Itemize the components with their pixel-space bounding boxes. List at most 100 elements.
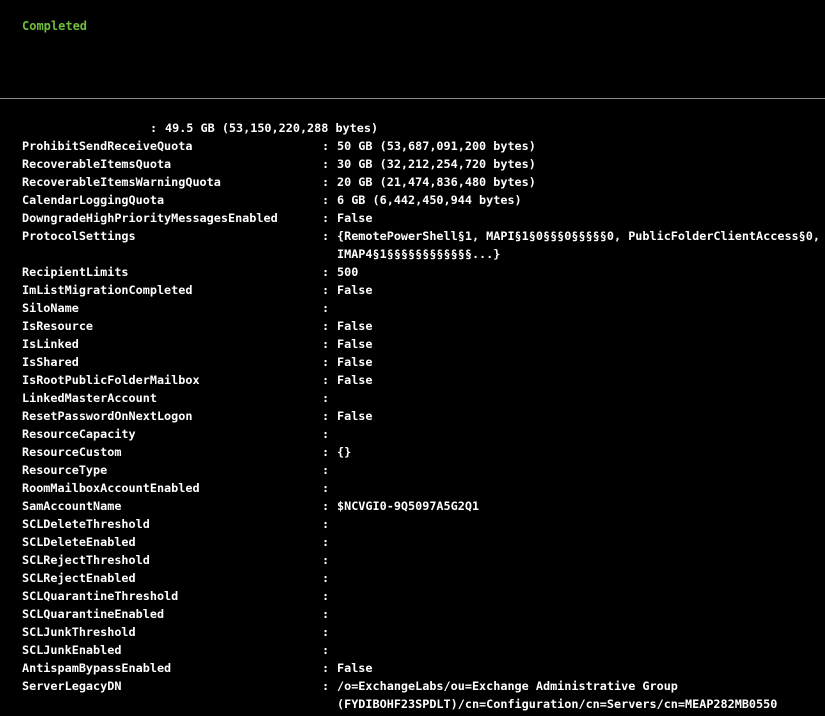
output-row: SCLQuarantineEnabled: [0, 605, 825, 623]
output-separator: : [322, 211, 330, 225]
output-separator: : [322, 553, 330, 567]
property-value: /o=ExchangeLabs/ou=Exchange Administrati… [337, 679, 778, 711]
property-name: SCLQuarantineThreshold [22, 589, 179, 603]
property-name: ResourceCapacity [22, 427, 136, 441]
property-name: CalendarLoggingQuota [22, 193, 165, 207]
output-separator: : [322, 517, 330, 531]
output-row: SCLQuarantineThreshold: [0, 587, 825, 605]
property-name: SCLJunkEnabled [22, 643, 122, 657]
output-separator: : [322, 229, 330, 243]
output-row: ProhibitSendReceiveQuota:50 GB (53,687,0… [0, 137, 825, 155]
output-separator: : [322, 391, 330, 405]
output-row: SCLRejectThreshold: [0, 551, 825, 569]
property-value: {} [337, 445, 352, 459]
output-separator: : [322, 373, 330, 387]
property-name: IsResource [22, 319, 94, 333]
property-name: IsShared [22, 355, 79, 369]
property-name: SiloName [22, 301, 79, 315]
property-value: False [337, 211, 373, 225]
property-value: False [337, 661, 373, 675]
output-row: RecoverableItemsWarningQuota:20 GB (21,4… [0, 173, 825, 191]
output-separator: : [322, 589, 330, 603]
output-row: SCLRejectEnabled: [0, 569, 825, 587]
output-row: ProtocolSettings: {RemotePowerShell§1, MA… [0, 227, 825, 263]
output-separator: : [322, 337, 330, 351]
output-separator: : [322, 571, 330, 585]
output-separator: : [322, 607, 330, 621]
output-separator: : [322, 355, 330, 369]
output-separator: : [322, 499, 330, 513]
output-separator: : [322, 409, 330, 423]
output-row-partial: : 49.5 GB (53,150,220,288 bytes) [0, 119, 825, 137]
panel-divider [0, 98, 825, 99]
output-row: RecipientLimits:500 [0, 263, 825, 281]
property-value: False [337, 355, 373, 369]
property-name: AntispamBypassEnabled [22, 661, 172, 675]
output-row: SCLDeleteThreshold: [0, 515, 825, 533]
output-row: RecoverableItemsQuota:30 GB (32,212,254,… [0, 155, 825, 173]
output-row: LinkedMasterAccount: [0, 389, 825, 407]
output-separator: : [322, 463, 330, 477]
property-value: {RemotePowerShell§1, MAPI§1§0§§§0§§§§§0,… [337, 229, 820, 261]
output-row: CalendarLoggingQuota:6 GB (6,442,450,944… [0, 191, 825, 209]
output-separator: : [322, 139, 330, 153]
property-name: LinkedMasterAccount [22, 391, 157, 405]
property-name: ResourceCustom [22, 445, 122, 459]
property-value: False [337, 337, 373, 351]
output-row: IsRootPublicFolderMailbox: False [0, 371, 825, 389]
property-value: $NCVGI0-9Q5097A5G2Q1 [337, 499, 480, 513]
property-name: SCLJunkThreshold [22, 625, 136, 639]
output-row: IsShared: False [0, 353, 825, 371]
output-value: 49.5 GB (53,150,220,288 bytes) [165, 121, 379, 135]
command-output[interactable]: : 49.5 GB (53,150,220,288 bytes) Prohibi… [0, 119, 825, 716]
property-name: ImListMigrationCompleted [22, 283, 193, 297]
property-value: 50 GB (53,687,091,200 bytes) [337, 139, 536, 153]
output-row: SiloName: [0, 299, 825, 317]
output-row: ResourceCapacity: [0, 425, 825, 443]
output-separator: : [322, 535, 330, 549]
output-row: ResetPasswordOnNextLogon: False [0, 407, 825, 425]
output-separator: : [322, 481, 330, 495]
property-name: RecipientLimits [22, 265, 129, 279]
output-row: AntispamBypassEnabled: False [0, 659, 825, 677]
property-name: ResetPasswordOnNextLogon [22, 409, 193, 423]
output-separator: : [322, 301, 330, 315]
property-name: RecoverableItemsQuota [22, 157, 172, 171]
property-name: SamAccountName [22, 499, 122, 513]
output-row: IsResource: False [0, 317, 825, 335]
property-name: ServerLegacyDN [22, 679, 122, 693]
output-row: SCLDeleteEnabled: [0, 533, 825, 551]
property-value: 30 GB (32,212,254,720 bytes) [337, 157, 536, 171]
output-row: DowngradeHighPriorityMessagesEnabled: Fal… [0, 209, 825, 227]
output-separator: : [322, 679, 330, 693]
output-separator: : [322, 319, 330, 333]
output-row: ResourceCustom: {} [0, 443, 825, 461]
property-name: RecoverableItemsWarningQuota [22, 175, 221, 189]
output-row: IsLinked: False [0, 335, 825, 353]
output-row: SCLJunkEnabled: [0, 641, 825, 659]
output-row: ResourceType: [0, 461, 825, 479]
property-value: False [337, 409, 373, 423]
status-panel: Completed [0, 0, 825, 98]
property-value: False [337, 319, 373, 333]
status-text: Completed [22, 19, 88, 33]
output-row: SCLJunkThreshold: [0, 623, 825, 641]
property-name: IsRootPublicFolderMailbox [22, 373, 200, 387]
property-value: 500 [337, 265, 359, 279]
property-value: 20 GB (21,474,836,480 bytes) [337, 175, 536, 189]
output-separator: : [322, 193, 330, 207]
output-row: RoomMailboxAccountEnabled: [0, 479, 825, 497]
property-value: False [337, 373, 373, 387]
output-separator: : [322, 157, 330, 171]
output-separator: : [322, 643, 330, 657]
output-separator: : [322, 427, 330, 441]
property-name: SCLDeleteThreshold [22, 517, 150, 531]
property-name: IsLinked [22, 337, 79, 351]
property-name: ProhibitSendReceiveQuota [22, 139, 193, 153]
output-separator: : [322, 661, 330, 675]
property-value: False [337, 283, 373, 297]
output-row: ServerLegacyDN: /o=ExchangeLabs/ou=Exchan… [0, 677, 825, 713]
property-name: DowngradeHighPriorityMessagesEnabled [22, 211, 278, 225]
output-row: SamAccountName: $NCVGI0-9Q5097A5G2Q1 [0, 497, 825, 515]
property-name: SCLRejectThreshold [22, 553, 150, 567]
